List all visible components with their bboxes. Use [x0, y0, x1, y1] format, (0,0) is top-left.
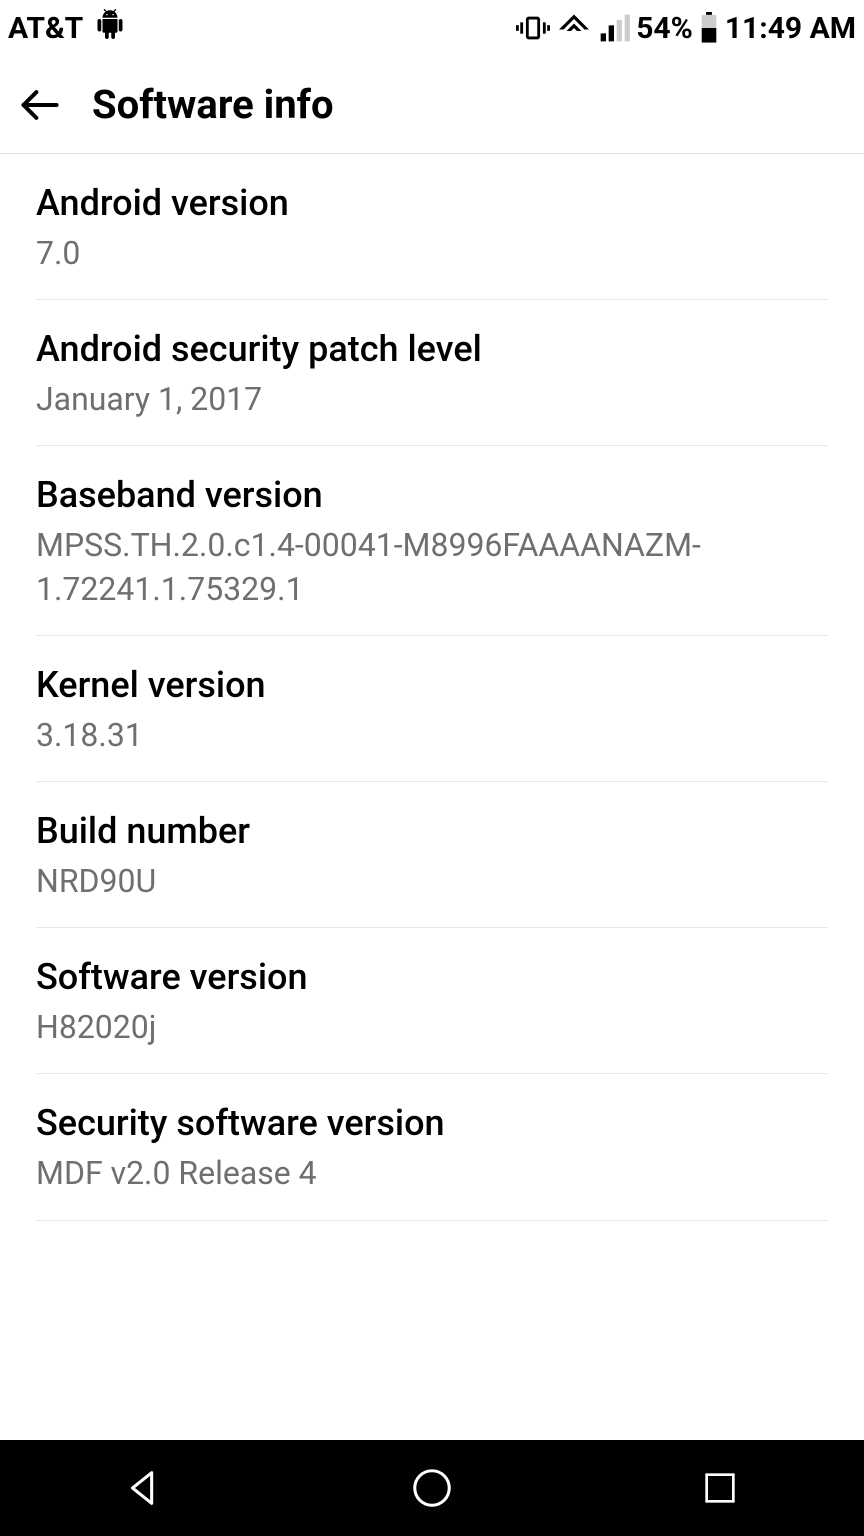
battery-icon: [699, 12, 719, 44]
item-label: Software version: [36, 956, 828, 998]
item-value: January 1, 2017: [36, 378, 828, 421]
status-left: AT&T: [8, 9, 125, 47]
item-label: Build number: [36, 810, 828, 852]
battery-percentage: 54%: [636, 11, 693, 46]
item-label: Baseband version: [36, 474, 828, 516]
clock-label: 11:49 AM: [725, 11, 856, 46]
list-item[interactable]: Kernel version 3.18.31: [36, 636, 828, 782]
nav-back-button[interactable]: [84, 1458, 204, 1518]
list-item[interactable]: Android version 7.0: [36, 154, 828, 300]
list-item[interactable]: Security software version MDF v2.0 Relea…: [36, 1074, 828, 1220]
status-bar: AT&T 54% 11:49 AM: [0, 0, 864, 56]
item-label: Android version: [36, 182, 828, 224]
content-list: Android version 7.0 Android security pat…: [0, 154, 864, 1440]
list-item[interactable]: Build number NRD90U: [36, 782, 828, 928]
vibrate-icon: [516, 11, 550, 45]
item-value: MPSS.TH.2.0.c1.4-00041-M8996FAAAANAZM-1.…: [36, 524, 828, 610]
item-label: Security software version: [36, 1102, 828, 1144]
list-item[interactable]: Software version H82020j: [36, 928, 828, 1074]
item-value: 7.0: [36, 232, 828, 275]
item-value: MDF v2.0 Release 4: [36, 1152, 828, 1195]
navigation-bar: [0, 1440, 864, 1536]
app-header: Software info: [0, 56, 864, 154]
list-item[interactable]: Android security patch level January 1, …: [36, 300, 828, 446]
android-bug-icon: [95, 9, 125, 47]
item-value: 3.18.31: [36, 714, 828, 757]
back-arrow-icon[interactable]: [18, 83, 62, 127]
item-value: NRD90U: [36, 860, 828, 903]
item-label: Kernel version: [36, 664, 828, 706]
carrier-label: AT&T: [8, 11, 83, 46]
item-value: H82020j: [36, 1006, 828, 1049]
nav-recent-button[interactable]: [660, 1458, 780, 1518]
page-title: Software info: [92, 81, 334, 128]
wifi-icon: [556, 10, 592, 46]
status-right: 54% 11:49 AM: [516, 10, 856, 46]
signal-icon: [598, 12, 630, 44]
list-item[interactable]: Baseband version MPSS.TH.2.0.c1.4-00041-…: [36, 446, 828, 635]
item-label: Android security patch level: [36, 328, 828, 370]
nav-home-button[interactable]: [372, 1458, 492, 1518]
